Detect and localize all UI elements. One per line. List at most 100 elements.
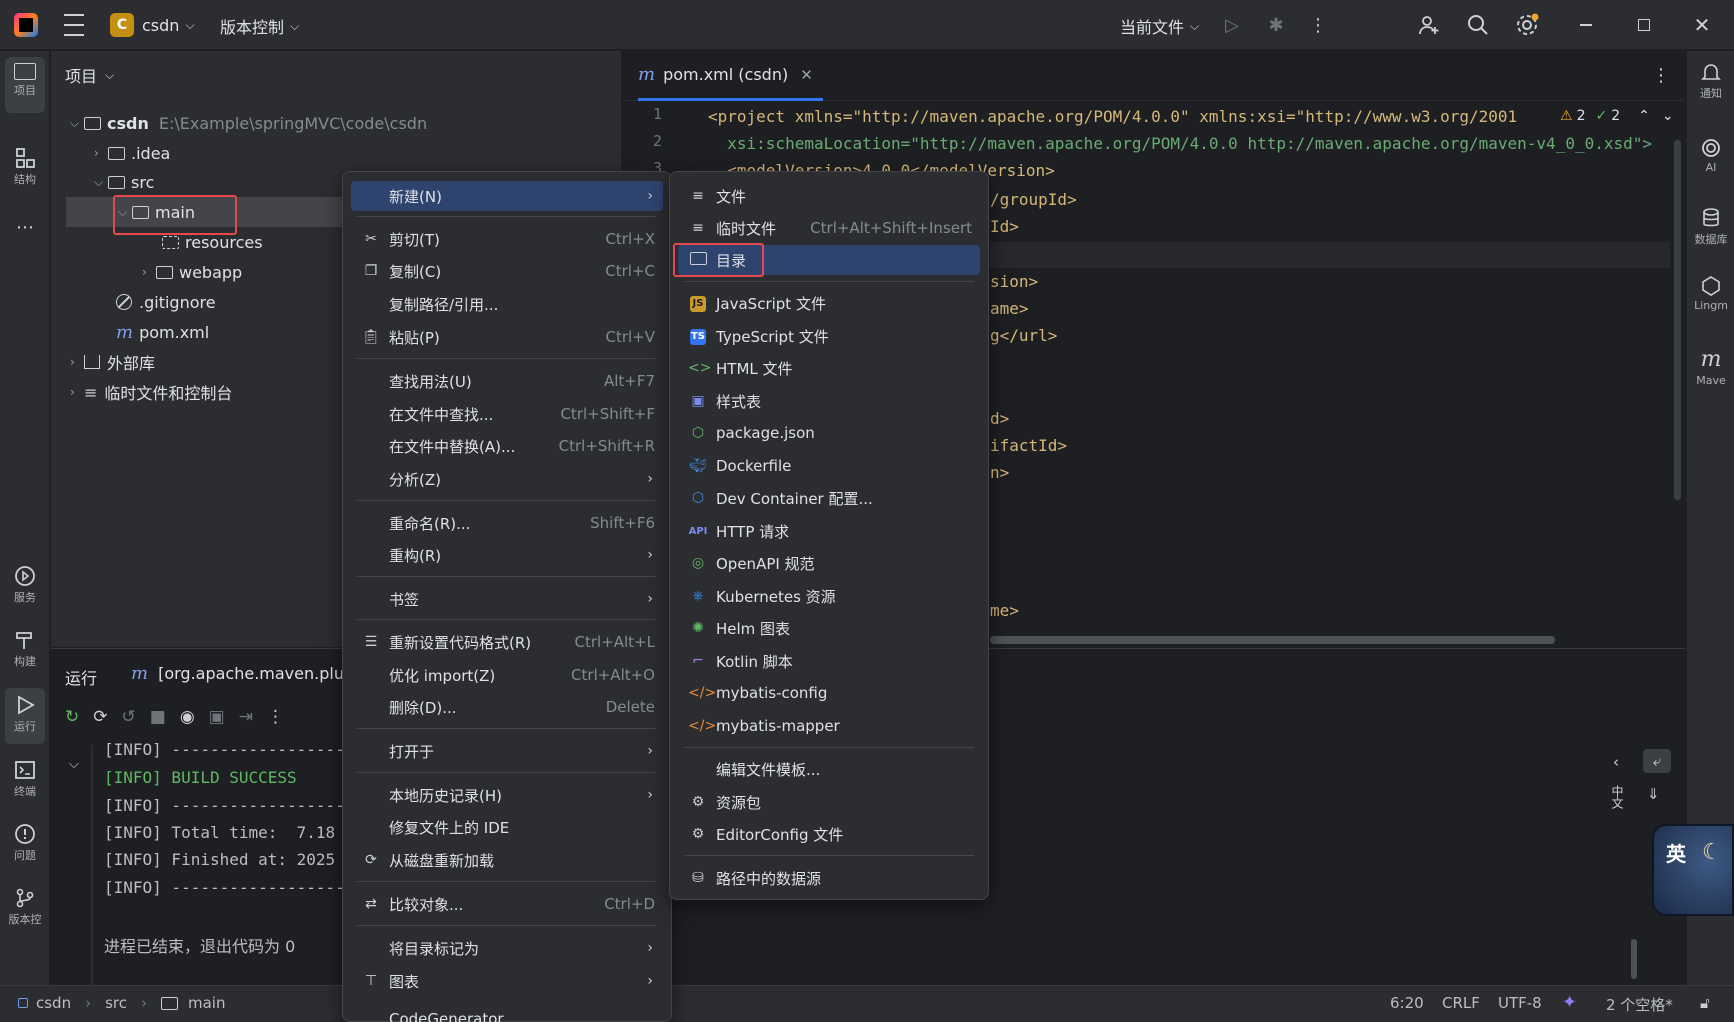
console-scrollbar[interactable]: [1631, 939, 1637, 979]
submenu-item-kotlin[interactable]: ⌐ Kotlin 脚本: [678, 646, 980, 676]
menu-item-paste[interactable]: 📋︎ 粘贴(P) Ctrl+V: [351, 322, 663, 352]
search-icon[interactable]: [1465, 12, 1491, 38]
add-user-icon[interactable]: [1416, 12, 1442, 38]
menu-item-open-in[interactable]: 打开于 ›: [351, 736, 663, 766]
menu-item-local-history[interactable]: 本地历史记录(H) ›: [351, 780, 663, 810]
menu-item-find-in-files[interactable]: 在文件中查找... Ctrl+Shift+F: [351, 399, 663, 429]
rerun-icon[interactable]: ↻: [65, 707, 79, 727]
menu-item-mark-directory[interactable]: 将目录标记为 ›: [351, 933, 663, 963]
vertical-scrollbar[interactable]: [1674, 140, 1681, 500]
tool-lingma[interactable]: Lingm: [1691, 275, 1731, 312]
submenu-item-package-json[interactable]: ⬡ package.json: [678, 418, 980, 448]
line-separator[interactable]: CRLF: [1442, 994, 1480, 1012]
breadcrumb-item[interactable]: main: [188, 994, 225, 1012]
main-menu-icon[interactable]: [62, 14, 86, 36]
tool-ai[interactable]: AI: [1691, 137, 1731, 174]
editor-tab[interactable]: m pom.xml (csdn) ✕: [638, 51, 823, 101]
tree-item-gitignore[interactable]: .gitignore: [116, 288, 216, 316]
menu-item-reformat[interactable]: ☰ 重新设置代码格式(R) Ctrl+Alt+L: [351, 627, 663, 657]
tool-services[interactable]: 服务: [5, 565, 45, 605]
menu-item-copy-path[interactable]: 复制路径/引用...: [351, 289, 663, 319]
tree-item-idea[interactable]: › .idea: [94, 139, 170, 167]
menu-item-find-usages[interactable]: 查找用法(U) Alt+F7: [351, 366, 663, 396]
submenu-item-js[interactable]: JS JavaScript 文件: [678, 288, 980, 318]
tool-more[interactable]: ⋯: [5, 217, 45, 238]
submenu-item-datasource[interactable]: ⛁ 路径中的数据源: [678, 863, 980, 893]
tree-item-csdn[interactable]: ⌵ csdn E:\Example\springMVC\code\csdn: [70, 109, 427, 137]
close-icon[interactable]: ✕: [1690, 13, 1714, 37]
horizontal-scrollbar[interactable]: [990, 636, 1555, 644]
menu-item-compare[interactable]: ⇄ 比较对象... Ctrl+D: [351, 889, 663, 919]
menu-item-cut[interactable]: ✂ 剪切(T) Ctrl+X: [351, 224, 663, 254]
submenu-item-scratch[interactable]: ≡ 临时文件 Ctrl+Alt+Shift+Insert: [678, 213, 980, 243]
run-tab[interactable]: m [org.apache.maven.plugi: [131, 663, 359, 684]
tool-build[interactable]: 构建: [5, 629, 45, 669]
menu-item-refactor[interactable]: 重构(R) ›: [351, 540, 663, 570]
submenu-item-html[interactable]: <> HTML 文件: [678, 353, 980, 383]
menu-item-replace-in-files[interactable]: 在文件中替换(A)... Ctrl+Shift+R: [351, 431, 663, 461]
caret-position[interactable]: 6:20: [1390, 994, 1424, 1012]
rerun-failed-icon[interactable]: ⟳: [93, 707, 107, 727]
menu-item-diagrams[interactable]: ⊤ 图表 ›: [351, 966, 663, 996]
menu-item-bookmarks[interactable]: 书签 ›: [351, 584, 663, 614]
tool-vcs[interactable]: 版本控: [5, 887, 45, 927]
tool-run[interactable]: 运行: [5, 688, 45, 744]
tree-item-webapp[interactable]: › webapp: [142, 258, 242, 286]
submenu-item-file[interactable]: ≡ 文件: [678, 181, 980, 211]
collapse-left-icon[interactable]: ‹: [1613, 753, 1619, 771]
tool-notifications[interactable]: 通知: [1691, 61, 1731, 101]
app-logo-icon[interactable]: [14, 13, 38, 37]
submenu-item-kubernetes[interactable]: ⎈ Kubernetes 资源: [678, 581, 980, 611]
submenu-item-stylesheet[interactable]: ▣ 样式表: [678, 386, 980, 416]
maximize-icon[interactable]: [1632, 13, 1656, 37]
tree-item-pom[interactable]: m pom.xml: [116, 318, 209, 346]
chevron-down-icon[interactable]: ⌵: [69, 757, 79, 772]
tool-project[interactable]: 项目: [5, 57, 45, 113]
submenu-item-mybatis-mapper[interactable]: </> mybatis-mapper: [678, 711, 980, 741]
indent-setting[interactable]: 2 个空格*: [1606, 994, 1673, 1015]
submenu-item-http[interactable]: API HTTP 请求: [678, 516, 980, 546]
menu-item-code-generator[interactable]: CodeGenerator: [351, 1002, 663, 1022]
chevron-up-icon[interactable]: ⌃: [1638, 108, 1650, 124]
vcs-selector[interactable]: 版本控制 ⌵: [220, 14, 299, 38]
tree-item-src[interactable]: ⌵ src: [94, 168, 154, 196]
menu-item-delete[interactable]: 删除(D)... Delete: [351, 692, 663, 722]
stop-icon[interactable]: ■: [150, 707, 166, 727]
submenu-item-mybatis-config[interactable]: </> mybatis-config: [678, 678, 980, 708]
menu-item-analyze[interactable]: 分析(Z) ›: [351, 464, 663, 494]
menu-item-reload[interactable]: ⟳ 从磁盘重新加载: [351, 845, 663, 875]
minimize-icon[interactable]: [1574, 13, 1598, 37]
menu-item-optimize-imports[interactable]: 优化 import(Z) Ctrl+Alt+O: [351, 660, 663, 690]
menu-item-repair-ide[interactable]: 修复文件上的 IDE: [351, 812, 663, 842]
tree-item-resources[interactable]: resources: [162, 228, 263, 256]
inspection-widget[interactable]: ⚠ 2 ✓ 2 ⌃ ⌄: [1560, 108, 1674, 124]
wrap-icon[interactable]: ⤶: [1643, 749, 1671, 773]
chevron-down-icon[interactable]: ⌄: [1662, 108, 1674, 124]
tool-database[interactable]: 数据库: [1691, 207, 1731, 247]
eye-icon[interactable]: ◉: [180, 707, 195, 727]
settings-icon[interactable]: [1514, 12, 1540, 38]
breadcrumb-item[interactable]: src: [105, 994, 127, 1012]
breadcrumb-item[interactable]: csdn: [36, 994, 71, 1012]
submenu-item-openapi[interactable]: ◎ OpenAPI 规范: [678, 548, 980, 578]
submenu-item-edit-templates[interactable]: 编辑文件模板...: [678, 754, 980, 784]
submenu-item-dockerfile[interactable]: 🐳︎ Dockerfile: [678, 451, 980, 481]
lingma-status-icon[interactable]: ✦: [1562, 992, 1577, 1013]
submenu-item-resource-bundle[interactable]: ⚙ 资源包: [678, 787, 980, 817]
menu-item-rename[interactable]: 重命名(R)... Shift+F6: [351, 508, 663, 538]
exit-icon[interactable]: ⇥: [239, 707, 253, 727]
tool-problems[interactable]: 问题: [5, 823, 45, 863]
project-selector[interactable]: C csdn ⌵: [110, 12, 195, 38]
more-icon[interactable]: ⋮: [267, 707, 284, 727]
camera-icon[interactable]: ▣: [209, 707, 225, 727]
run-icon[interactable]: ▷: [1220, 13, 1244, 37]
more-icon[interactable]: ⋮: [1652, 65, 1670, 86]
lock-icon[interactable]: 🔓︎: [1700, 994, 1710, 1012]
debug-icon[interactable]: ✱: [1264, 13, 1288, 37]
scroll-end-icon[interactable]: ⇓: [1647, 785, 1660, 803]
tree-item-scratches[interactable]: › ≡ 临时文件和控制台: [70, 378, 232, 406]
run-config-selector[interactable]: 当前文件 ⌵: [1120, 14, 1199, 38]
more-icon[interactable]: ⋮: [1306, 13, 1330, 37]
submenu-item-editorconfig[interactable]: ⚙ EditorConfig 文件: [678, 819, 980, 849]
tree-item-external-libs[interactable]: › 外部库: [70, 348, 155, 376]
